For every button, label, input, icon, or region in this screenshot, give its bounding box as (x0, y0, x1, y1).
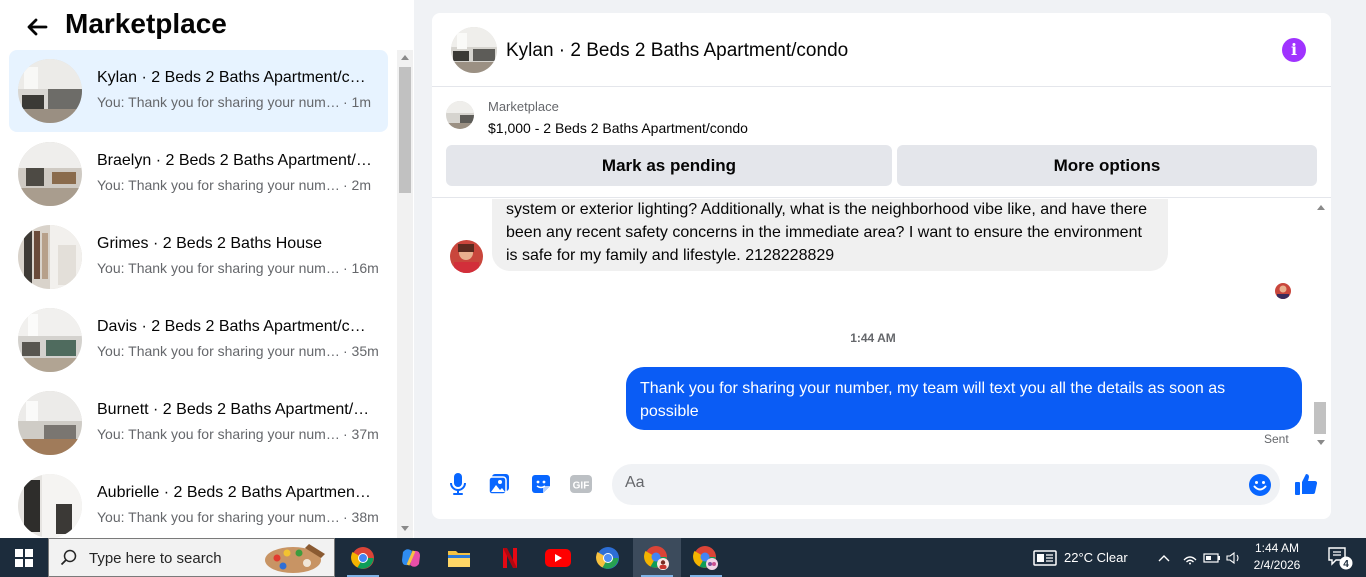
battery-icon[interactable] (1202, 538, 1222, 577)
sidebar-header: Marketplace (0, 0, 414, 50)
conversation-title: Burnett · 2 Beds 2 Baths Apartment/condo (97, 401, 372, 418)
sticker-icon[interactable] (529, 471, 553, 497)
seen-avatar (1275, 283, 1291, 299)
conversation-item[interactable]: Aubrielle · 2 Beds 2 Baths Apartment/con… (9, 465, 388, 538)
conversation-item[interactable]: Davis · 2 Beds 2 Baths Apartment/condo Y… (9, 299, 388, 381)
chat-header: Kylan · 2 Beds 2 Baths Apartment/condo i (432, 13, 1331, 87)
windows-icon (15, 548, 33, 567)
listing-description[interactable]: $1,000 - 2 Beds 2 Baths Apartment/condo (488, 120, 748, 136)
microphone-icon[interactable] (446, 471, 470, 497)
search-placeholder: Type here to search (89, 550, 222, 567)
page-title: Marketplace (65, 8, 227, 39)
message-thread: system or exterior lighting? Additionall… (432, 199, 1331, 452)
conversation-title: Davis · 2 Beds 2 Baths Apartment/condo (97, 318, 372, 335)
notification-icon: 4 (1328, 546, 1353, 570)
paint-icon[interactable] (263, 540, 329, 576)
start-button[interactable] (0, 538, 48, 577)
info-icon[interactable]: i (1282, 38, 1306, 62)
sidebar-scrollbar[interactable] (397, 50, 413, 538)
youtube-icon[interactable] (534, 538, 582, 577)
scroll-up-icon[interactable] (401, 55, 409, 60)
listing-label: Marketplace (488, 99, 559, 114)
back-button[interactable] (22, 12, 52, 42)
more-options-button[interactable]: More options (897, 145, 1317, 186)
search-icon (60, 549, 77, 566)
chrome-profile2-icon[interactable] (682, 538, 730, 577)
message-timestamp: 1:44 AM (850, 331, 896, 345)
conversation-item[interactable]: Braelyn · 2 Beds 2 Baths Apartment/condo… (9, 133, 388, 215)
conversation-preview: You: Thank you for sharing your number, … (97, 343, 379, 359)
message-composer: GIF (432, 453, 1331, 519)
listing-card: Marketplace $1,000 - 2 Beds 2 Baths Apar… (432, 88, 1331, 198)
listing-thumbnail (18, 142, 82, 206)
listing-thumbnail[interactable] (446, 101, 474, 129)
conversation-title: Grimes · 2 Beds 2 Baths House (97, 235, 322, 252)
conversation-preview: You: Thank you for sharing your number, … (97, 177, 371, 193)
mark-as-pending-button[interactable]: Mark as pending (446, 145, 892, 186)
volume-icon[interactable] (1224, 538, 1244, 577)
chat-panel: Kylan · 2 Beds 2 Baths Apartment/condo i… (432, 13, 1331, 519)
scrollbar-thumb[interactable] (399, 67, 411, 193)
wifi-icon[interactable] (1180, 538, 1200, 577)
chrome-profile-icon[interactable] (633, 538, 681, 577)
conversation-item[interactable]: Burnett · 2 Beds 2 Baths Apartment/condo… (9, 382, 388, 464)
listing-thumbnail (18, 59, 82, 123)
svg-text:4: 4 (1343, 559, 1349, 570)
taskbar-search[interactable]: Type here to search (48, 538, 335, 577)
listing-thumbnail (18, 474, 82, 538)
conversation-title: Kylan · 2 Beds 2 Baths Apartment/condo (97, 69, 372, 86)
conversation-title: Aubrielle · 2 Beds 2 Baths Apartment/con… (97, 484, 372, 501)
avatar[interactable] (450, 240, 483, 273)
photo-icon[interactable] (487, 471, 511, 497)
listing-thumbnail (18, 308, 82, 372)
like-icon[interactable] (1292, 469, 1320, 499)
back-arrow-icon (27, 18, 48, 36)
chrome-icon[interactable] (339, 538, 387, 577)
file-explorer-icon[interactable] (435, 538, 483, 577)
conversation-preview: You: Thank you for sharing your number, … (97, 509, 379, 525)
chat-title[interactable]: Kylan · 2 Beds 2 Baths Apartment/condo (506, 40, 848, 62)
netflix-icon[interactable] (486, 538, 534, 577)
conversation-sidebar: Marketplace Kylan · 2 Beds 2 Baths Apart… (0, 0, 414, 538)
message-scrollbar[interactable] (1313, 199, 1328, 452)
message-status: Sent (1264, 432, 1289, 446)
listing-thumbnail (18, 225, 82, 289)
clock-time: 1:44 AM (1254, 541, 1300, 555)
conversation-preview: You: Thank you for sharing your number, … (97, 94, 371, 110)
avatar[interactable] (451, 27, 497, 73)
scroll-down-icon[interactable] (401, 526, 409, 531)
taskbar: Type here to search 22°C Clear 1:44 AM 2… (0, 538, 1366, 577)
chrome-alt-icon[interactable] (584, 538, 632, 577)
message-input-box (612, 464, 1280, 505)
copilot-icon[interactable] (387, 538, 435, 577)
conversation-preview: You: Thank you for sharing your number, … (97, 426, 379, 442)
clock[interactable]: 1:44 AM 2/4/2026 (1250, 540, 1304, 574)
message-input[interactable] (625, 474, 1225, 492)
scroll-up-icon[interactable] (1317, 205, 1325, 210)
weather-text[interactable]: 22°C Clear (1064, 538, 1144, 577)
conversation-title: Braelyn · 2 Beds 2 Baths Apartment/condo (97, 152, 372, 169)
notification-center-button[interactable]: 4 (1320, 538, 1360, 577)
emoji-icon[interactable] (1248, 473, 1272, 497)
clock-date: 2/4/2026 (1253, 558, 1301, 572)
outgoing-message: Thank you for sharing your number, my te… (626, 367, 1302, 430)
weather-icon[interactable] (1030, 538, 1060, 577)
scrollbar-thumb[interactable] (1314, 402, 1326, 434)
conversation-preview: You: Thank you for sharing your number, … (97, 260, 379, 276)
svg-text:GIF: GIF (573, 481, 590, 492)
chevron-up-icon[interactable] (1154, 538, 1174, 577)
conversation-item[interactable]: Grimes · 2 Beds 2 Baths House You: Thank… (9, 216, 388, 298)
listing-thumbnail (18, 391, 82, 455)
conversation-item[interactable]: Kylan · 2 Beds 2 Baths Apartment/condo Y… (9, 50, 388, 132)
incoming-message: system or exterior lighting? Additionall… (492, 199, 1168, 271)
conversation-list: Kylan · 2 Beds 2 Baths Apartment/condo Y… (0, 50, 396, 538)
scroll-down-icon[interactable] (1317, 440, 1325, 445)
gif-icon[interactable]: GIF (569, 471, 593, 497)
